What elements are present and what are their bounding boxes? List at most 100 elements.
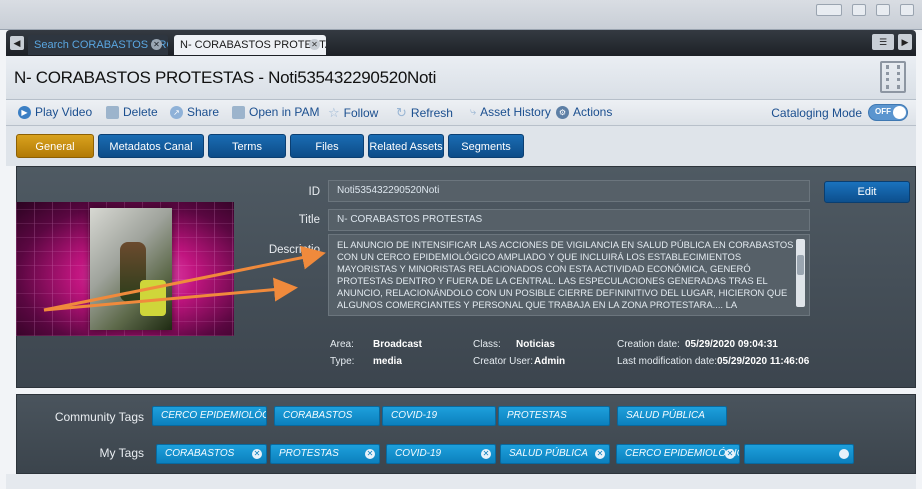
community-tag[interactable]: CORABASTOS [274, 406, 380, 426]
community-tag[interactable]: PROTESTAS [498, 406, 610, 426]
type-label: Type: [330, 356, 355, 367]
creation-date-value: 05/29/2020 09:04:31 [685, 339, 778, 350]
refresh-button[interactable]: ↻ Refresh [396, 105, 453, 121]
community-tags-label: Community Tags [54, 410, 144, 424]
creator-value: Admin [534, 356, 565, 367]
info-icon[interactable] [900, 4, 914, 16]
description-text: EL ANUNCIO DE INTENSIFICAR LAS ACCIONES … [337, 239, 794, 310]
id-label: ID [308, 186, 321, 198]
my-tag[interactable]: CERCO EPIDEMIOLÓGICO ✕ [616, 444, 740, 464]
close-icon[interactable]: ✕ [151, 39, 162, 50]
remove-tag-icon[interactable]: ✕ [595, 449, 605, 459]
actions-label: Actions [573, 105, 613, 119]
refresh-label: Refresh [410, 106, 453, 120]
tab-files[interactable]: Files [290, 134, 364, 158]
description-field[interactable]: EL ANUNCIO DE INTENSIFICAR LAS ACCIONES … [328, 234, 810, 316]
open-icon [232, 105, 245, 119]
class-meta: Class: [473, 339, 501, 350]
creation-date-value-text: 05/29/2020 09:04:31 [685, 339, 778, 350]
tab-label: Search CORABASTOS PROT... [34, 39, 168, 51]
title-field[interactable]: N- CORABASTOS PROTESTAS [328, 209, 810, 231]
my-tag-label: SALUD PÚBLICA [509, 448, 588, 459]
bottom-strip [6, 474, 916, 489]
my-tag[interactable]: CORABASTOS ✕ [156, 444, 267, 464]
tab-general[interactable]: General [16, 134, 94, 158]
id-field[interactable]: Noti535432290520Noti [328, 180, 810, 202]
area-value: Broadcast [373, 339, 422, 350]
type-value-text: media [373, 356, 402, 367]
delete-button[interactable]: Delete [106, 105, 158, 119]
play-video-label: Play Video [35, 105, 93, 119]
remove-tag-icon[interactable]: ✕ [365, 449, 375, 459]
modified-date-label: Last modification date: [617, 356, 718, 367]
my-tags-label: My Tags [99, 446, 144, 460]
cataloging-mode: Cataloging Mode OFF [771, 104, 908, 121]
add-tag-icon[interactable] [839, 449, 849, 459]
my-tag[interactable]: PROTESTAS ✕ [270, 444, 380, 464]
asset-history-button[interactable]: ⤷ Asset History [470, 105, 551, 119]
tab-metadatos-canal-capital[interactable]: Metadatos Canal Capital [98, 134, 204, 177]
minimize-icon[interactable] [852, 4, 866, 16]
my-tag[interactable]: SALUD PÚBLICA ✕ [500, 444, 610, 464]
tab-label: N- CORABASTOS PROTESTA... [180, 39, 326, 51]
tab-scroll-left-icon[interactable]: ◀ [10, 36, 24, 50]
tab-related-assets[interactable]: Related Assets [368, 134, 444, 158]
follow-button[interactable]: ☆ Follow [328, 105, 378, 121]
follow-label: Follow [343, 106, 379, 120]
open-in-pam-button[interactable]: Open in PAM [232, 105, 319, 119]
toggle-state: OFF [875, 107, 891, 116]
modified-date-meta: Last modification date: [617, 356, 717, 367]
section-tabs: General Metadatos Canal Capital Terms Fi… [6, 126, 916, 177]
tab-search[interactable]: Search CORABASTOS PROT... ✕ [28, 35, 168, 55]
video-thumbnail[interactable] [16, 202, 234, 336]
area-value-text: Broadcast [373, 339, 422, 350]
history-icon: ⤷ [470, 105, 477, 118]
community-tag[interactable]: CERCO EPIDEMIOLÓGICO [152, 406, 267, 426]
close-icon[interactable]: ✕ [309, 39, 320, 50]
creation-date-label: Creation date: [617, 339, 680, 350]
my-tag-label: PROTESTAS [279, 448, 339, 459]
share-icon: ↗ [170, 105, 183, 119]
open-label: Open in PAM [249, 105, 320, 119]
asset-toolbar: ▶ Play Video Delete ↗ Share Open in PAM ☆ F… [6, 100, 916, 126]
area-meta: Area: [330, 339, 354, 350]
os-top-bar [0, 0, 922, 30]
window-control-icon[interactable] [816, 4, 842, 16]
cataloging-mode-label: Cataloging Mode [771, 105, 862, 120]
my-tag-label: CERCO EPIDEMIOLÓGICO [625, 448, 740, 459]
community-tag[interactable]: SALUD PÚBLICA [617, 406, 727, 426]
tab-terms[interactable]: Terms [208, 134, 286, 158]
community-tag[interactable]: COVID-19 [382, 406, 496, 426]
asset-title-bar: N- CORABASTOS PROTESTAS - Noti5354322905… [6, 56, 916, 100]
settings-icon[interactable] [876, 4, 890, 16]
new-tag-input[interactable] [744, 444, 854, 464]
play-video-button[interactable]: ▶ Play Video [18, 105, 92, 119]
cataloging-mode-toggle[interactable]: OFF [868, 104, 908, 121]
actions-button[interactable]: ⚙ Actions [556, 105, 612, 119]
edit-button[interactable]: Edit [824, 181, 910, 203]
type-meta: Type: [330, 356, 354, 367]
remove-tag-icon[interactable]: ✕ [252, 449, 262, 459]
type-value: media [373, 356, 402, 367]
my-tag[interactable]: COVID-19 ✕ [386, 444, 496, 464]
title-label: Title [298, 214, 320, 226]
area-label: Area: [330, 339, 354, 350]
share-button[interactable]: ↗ Share [170, 105, 219, 119]
modified-date-value-text: 05/29/2020 11:46:06 [717, 356, 810, 367]
description-scrollbar[interactable] [796, 239, 805, 307]
tab-list-icon[interactable]: ☰ [872, 34, 894, 50]
class-value: Noticias [516, 339, 555, 350]
refresh-icon: ↻ [396, 105, 407, 120]
class-label: Class: [473, 339, 501, 350]
actions-icon: ⚙ [556, 105, 569, 119]
trash-icon [106, 105, 119, 119]
remove-tag-icon[interactable]: ✕ [481, 449, 491, 459]
my-tag-label: COVID-19 [395, 448, 442, 459]
tab-asset[interactable]: N- CORABASTOS PROTESTA... ✕ [174, 35, 326, 55]
play-icon: ▶ [18, 105, 31, 119]
remove-tag-icon[interactable]: ✕ [725, 449, 735, 459]
tab-scroll-right-icon[interactable]: ▶ [898, 34, 912, 50]
tab-segments[interactable]: Segments [448, 134, 524, 158]
delete-label: Delete [123, 105, 158, 119]
asset-window: { "tabs": [ {"label": "Search CORABASTOS… [0, 0, 922, 489]
